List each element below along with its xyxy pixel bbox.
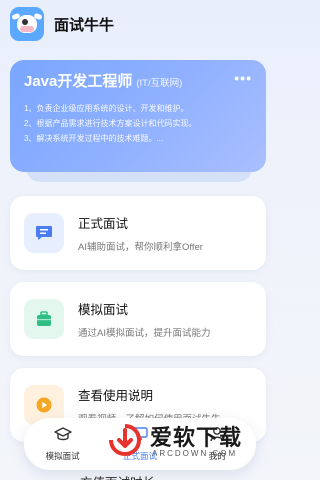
site-watermark: 爱软下载 ARCDOWN.COM	[104, 418, 256, 466]
job-title: Java开发工程师	[24, 73, 133, 90]
download-logo-icon	[109, 424, 142, 457]
watermark-domain: ARCDOWN.COM	[152, 449, 238, 458]
job-category: (IT/互联网)	[136, 78, 183, 89]
formal-interview-card[interactable]: 正式面试 AI辅助面试，帮你顺利拿Offer	[10, 196, 266, 270]
app-header: 面试牛牛	[10, 6, 114, 42]
job-position-card[interactable]: Java开发工程师 (IT/互联网) ••• 1、负责企业级应用系统的设计、开发…	[10, 60, 266, 172]
job-description-line: 2、根据产品需求进行技术方案设计和代码实现。	[24, 119, 197, 128]
job-description-line: 1、负责企业级应用系统的设计、开发和维护。	[24, 104, 189, 113]
app-title: 面试牛牛	[54, 16, 115, 34]
briefcase-icon	[24, 299, 64, 339]
chat-icon	[24, 213, 64, 253]
card-title: 查看使用说明	[78, 389, 154, 403]
job-description: 1、负责企业级应用系统的设计、开发和维护。 2、根据产品需求进行技术方案设计和代…	[24, 101, 252, 146]
card-description: AI辅助面试，帮你顺利拿Offer	[78, 242, 203, 253]
watermark-text: 爱软下载	[150, 425, 243, 450]
more-options-icon[interactable]: •••	[234, 70, 252, 86]
job-description-line: 3、解决系统开发过程中的技术难题。...	[24, 134, 164, 143]
recharge-card-title[interactable]: 充值面试时长	[80, 472, 155, 480]
cow-logo-icon	[10, 7, 44, 41]
graduation-cap-icon	[53, 426, 72, 447]
nav-mock-interview[interactable]: 模拟面试	[33, 426, 93, 462]
card-description: 通过AI模拟面试，提升面试能力	[78, 328, 211, 339]
card-title: 正式面试	[78, 217, 129, 231]
mock-interview-card[interactable]: 模拟面试 通过AI模拟面试，提升面试能力	[10, 282, 266, 356]
nav-label: 模拟面试	[45, 451, 80, 461]
card-title: 模拟面试	[78, 303, 129, 317]
